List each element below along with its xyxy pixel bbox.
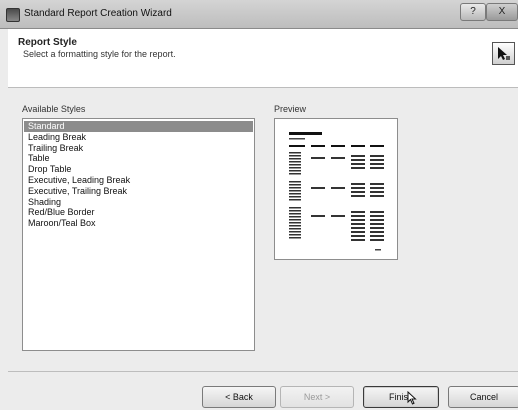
style-item-trailing-break[interactable]: Trailing Break bbox=[23, 143, 254, 154]
wizard-cursor-icon bbox=[492, 42, 515, 65]
next-button[interactable]: Next > bbox=[280, 386, 354, 408]
wizard-header: Report Style Select a formatting style f… bbox=[8, 29, 518, 88]
back-button[interactable]: < Back bbox=[202, 386, 276, 408]
cancel-button[interactable]: Cancel bbox=[448, 386, 518, 408]
close-button[interactable]: X bbox=[486, 3, 518, 21]
finish-button[interactable]: Finish bbox=[363, 386, 439, 408]
available-styles-label: Available Styles bbox=[22, 104, 86, 114]
style-item-executive-trailing-break[interactable]: Executive, Trailing Break bbox=[23, 186, 254, 197]
preview-pane bbox=[274, 118, 398, 260]
style-item-drop-table[interactable]: Drop Table bbox=[23, 164, 254, 175]
window-title: Standard Report Creation Wizard bbox=[24, 8, 172, 19]
title-bar: Standard Report Creation Wizard ? X bbox=[0, 0, 518, 29]
mouse-pointer-icon bbox=[407, 391, 417, 405]
style-item-shading[interactable]: Shading bbox=[23, 197, 254, 208]
help-button[interactable]: ? bbox=[460, 3, 486, 21]
style-item-table[interactable]: Table bbox=[23, 153, 254, 164]
style-item-standard[interactable]: Standard bbox=[24, 121, 253, 132]
preview-label: Preview bbox=[274, 104, 307, 114]
report-preview-thumbnail bbox=[289, 132, 384, 251]
page-title: Report Style bbox=[18, 37, 77, 48]
style-item-red-blue-border[interactable]: Red/Blue Border bbox=[23, 207, 254, 218]
page-subtitle: Select a formatting style for the report… bbox=[23, 49, 176, 59]
app-icon bbox=[6, 8, 20, 22]
styles-listbox[interactable]: Standard Leading Break Trailing Break Ta… bbox=[22, 118, 255, 351]
footer-divider bbox=[8, 371, 518, 372]
style-item-leading-break[interactable]: Leading Break bbox=[23, 132, 254, 143]
style-item-maroon-teal-box[interactable]: Maroon/Teal Box bbox=[23, 218, 254, 229]
wizard-window: Standard Report Creation Wizard ? X Repo… bbox=[0, 0, 518, 410]
style-item-executive-leading-break[interactable]: Executive, Leading Break bbox=[23, 175, 254, 186]
